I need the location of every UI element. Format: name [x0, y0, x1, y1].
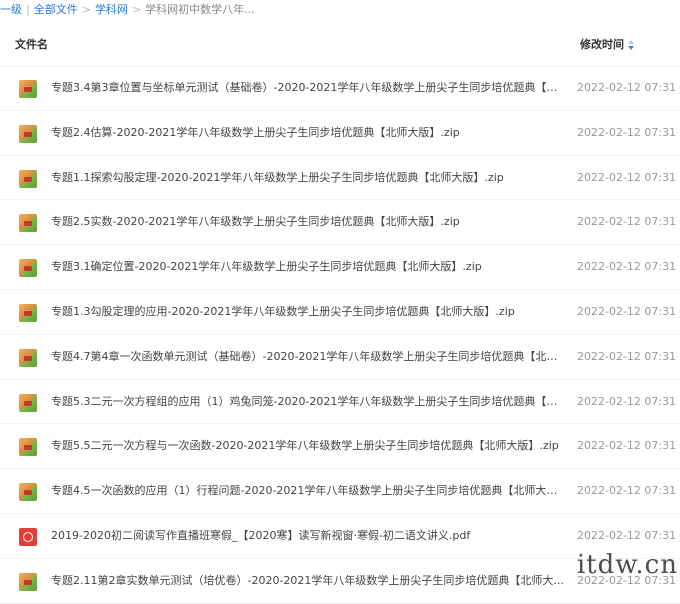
file-modified-time: 2022-02-12 07:31 [577, 215, 677, 229]
file-row[interactable]: 专题1.3勾股定理的应用-2020-2021学年八年级数学上册尖子生同步培优题典… [0, 290, 680, 335]
zip-file-icon [19, 303, 37, 322]
breadcrumb-separator: > [131, 3, 142, 16]
column-header-modified-time[interactable]: 修改时间 [580, 36, 635, 52]
file-name-link[interactable]: 专题3.4第3章位置与坐标单元测试（基础卷）-2020-2021学年八年级数学上… [51, 81, 566, 95]
file-name-link[interactable]: 专题2.4估算-2020-2021学年八年级数学上册尖子生同步培优题典【北师大版… [51, 126, 566, 140]
file-modified-time: 2022-02-12 07:31 [577, 439, 677, 453]
zip-file-icon [19, 348, 37, 367]
file-modified-time: 2022-02-12 07:31 [577, 170, 677, 184]
file-name-link[interactable]: 2019-2020初二阅读写作直播班寒假_【2020寒】读写新视窗·寒假-初二语… [51, 529, 566, 543]
file-row[interactable]: 专题4.7第4章一次函数单元测试（基础卷）-2020-2021学年八年级数学上册… [0, 335, 680, 380]
zip-file-icon [19, 572, 37, 591]
breadcrumb-back-link[interactable]: 一级 [0, 3, 22, 16]
file-modified-time: 2022-02-12 07:31 [577, 260, 677, 274]
file-name-link[interactable]: 专题5.3二元一次方程组的应用（1）鸡兔同笼-2020-2021学年八年级数学上… [51, 395, 566, 409]
file-modified-time: 2022-02-12 07:31 [577, 349, 677, 363]
file-name-link[interactable]: 专题1.1探索勾股定理-2020-2021学年八年级数学上册尖子生同步培优题典【… [51, 171, 566, 185]
file-row[interactable]: 专题2.5实数-2020-2021学年八年级数学上册尖子生同步培优题典【北师大版… [0, 200, 680, 246]
watermark: itdw.cn [576, 550, 678, 580]
file-row[interactable]: 专题4.5一次函数的应用（1）行程问题-2020-2021学年八年级数学上册尖子… [0, 469, 680, 514]
zip-file-icon [19, 80, 37, 98]
file-name-link[interactable]: 专题3.1确定位置-2020-2021学年八年级数学上册尖子生同步培优题典【北师… [51, 260, 566, 274]
file-modified-time: 2022-02-12 07:31 [577, 304, 677, 318]
file-name-link[interactable]: 专题1.3勾股定理的应用-2020-2021学年八年级数学上册尖子生同步培优题典… [51, 305, 566, 319]
file-name-link[interactable]: 专题4.5一次函数的应用（1）行程问题-2020-2021学年八年级数学上册尖子… [51, 484, 566, 498]
file-list: 专题3.4第3章位置与坐标单元测试（基础卷）-2020-2021学年八年级数学上… [0, 66, 680, 604]
file-row[interactable]: 专题5.3二元一次方程组的应用（1）鸡兔同笼-2020-2021学年八年级数学上… [0, 380, 680, 425]
zip-file-icon [19, 259, 37, 278]
file-name-link[interactable]: 专题4.7第4章一次函数单元测试（基础卷）-2020-2021学年八年级数学上册… [51, 350, 566, 364]
breadcrumb-separator: > [81, 3, 91, 16]
pdf-file-icon [19, 527, 37, 546]
file-name-link[interactable]: 专题2.5实数-2020-2021学年八年级数学上册尖子生同步培优题典【北师大版… [51, 215, 566, 229]
file-modified-time: 2022-02-12 07:31 [577, 125, 677, 139]
file-row[interactable]: 专题5.5二元一次方程与一次函数-2020-2021学年八年级数学上册尖子生同步… [0, 424, 680, 470]
zip-file-icon [19, 438, 37, 457]
file-modified-time: 2022-02-12 07:31 [577, 81, 677, 94]
column-header-modified-time-label: 修改时间 [580, 38, 624, 51]
zip-file-icon [19, 483, 37, 502]
file-modified-time: 2022-02-12 07:31 [577, 484, 677, 498]
file-row[interactable]: 专题3.4第3章位置与坐标单元测试（基础卷）-2020-2021学年八年级数学上… [0, 66, 680, 111]
breadcrumb-all-files-link[interactable]: 全部文件 [34, 3, 78, 16]
zip-file-icon [19, 124, 37, 143]
breadcrumb-separator: | [26, 3, 30, 16]
file-modified-time: 2022-02-12 07:31 [577, 528, 677, 542]
zip-file-icon [19, 393, 37, 412]
zip-file-icon [19, 169, 37, 188]
zip-file-icon [19, 214, 37, 233]
breadcrumb: 一级 | 全部文件 > 学科网 > 学科网初中数学八年... [0, 0, 680, 20]
breadcrumb-current: 学科网初中数学八年... [145, 3, 255, 16]
sort-icon[interactable] [628, 40, 635, 50]
column-header-filename[interactable]: 文件名 [15, 36, 48, 52]
file-row[interactable]: 专题1.1探索勾股定理-2020-2021学年八年级数学上册尖子生同步培优题典【… [0, 156, 680, 201]
file-row[interactable]: 专题3.1确定位置-2020-2021学年八年级数学上册尖子生同步培优题典【北师… [0, 245, 680, 290]
file-name-link[interactable]: 专题2.11第2章实数单元测试（培优卷）-2020-2021学年八年级数学上册尖… [51, 574, 566, 588]
breadcrumb-folder-link[interactable]: 学科网 [95, 3, 128, 16]
file-table-header: 文件名 修改时间 [0, 22, 680, 67]
file-name-link[interactable]: 专题5.5二元一次方程与一次函数-2020-2021学年八年级数学上册尖子生同步… [51, 439, 566, 453]
file-row[interactable]: 专题2.4估算-2020-2021学年八年级数学上册尖子生同步培优题典【北师大版… [0, 111, 680, 156]
file-modified-time: 2022-02-12 07:31 [577, 394, 677, 408]
